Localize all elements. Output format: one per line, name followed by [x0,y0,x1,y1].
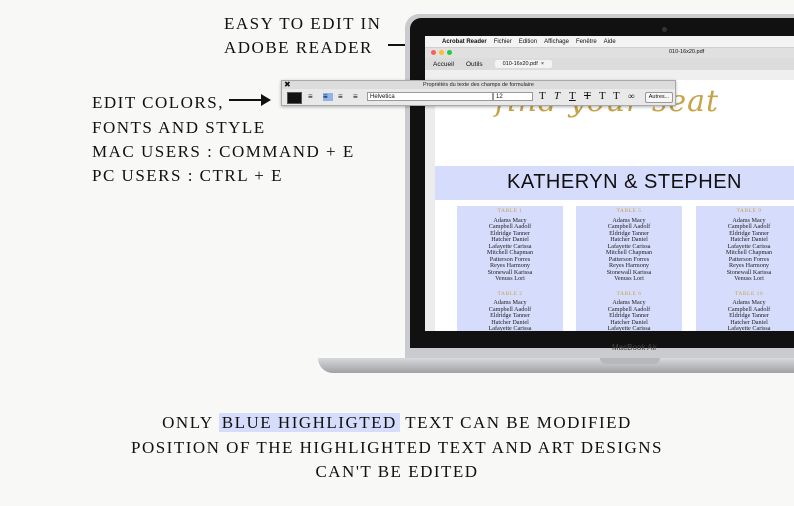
guest-name: Lafayette Carissa [727,325,771,331]
window-title: 010-16x20.pdf [669,49,705,55]
minimize-window-icon[interactable] [439,50,444,55]
close-icon[interactable]: ✖ [284,80,291,89]
close-window-icon[interactable] [431,50,436,55]
caption-reader-2: ADOBE READER [224,38,373,57]
more-button[interactable]: Autres... [645,92,673,103]
couple-names: KATHERYN & STEPHEN [507,171,742,193]
panel-title: Propriétés du texte des champs de formul… [282,81,675,89]
caption-reader-1: EASY TO EDIT IN [224,14,382,33]
camera-icon [662,27,667,32]
tab-accueil[interactable]: Accueil [433,61,454,68]
align-left-icon[interactable]: ≡ [308,93,318,101]
doc-tab-label: 010-16x20.pdf [502,61,538,67]
menu-app-name[interactable]: Acrobat Reader [442,39,487,45]
laptop-brand: MacBook Air [612,343,657,352]
seating-column[interactable]: TABLE 5 Adams Macy Campbell Aadolf Eldridge… [576,206,682,331]
tab-document[interactable]: 010-16x20.pdf × [494,60,553,68]
footer-line-3: CAN'T BE EDITED [315,462,479,481]
seating-column[interactable]: TABLE 9 Adams Macy Campbell Aadolf Eldridge… [696,206,794,331]
table-gap [457,283,563,289]
menu-fenetre[interactable]: Fenêtre [576,39,597,45]
footer-suffix: TEXT CAN BE MODIFIED [399,413,632,432]
caption-edit-1: EDIT COLORS, [92,93,224,112]
align-center-icon[interactable]: ≡ [323,93,333,101]
table-heading: TABLE 5 [616,208,642,214]
guest-name: Lafayette Carissa [607,325,651,331]
table-heading: TABLE 1 [497,208,523,214]
app-tabs: Accueil Outils 010-16x20.pdf × [425,58,794,70]
table-gap [696,283,794,289]
strikethrough-icon[interactable]: T [584,91,591,102]
menu-fichier[interactable]: Fichier [494,39,512,45]
menu-edition[interactable]: Edition [519,39,537,45]
caption-edit-3: MAC USERS : COMMAND + E [92,142,355,161]
guest-name: Lafayette Carissa [488,325,532,331]
underline-icon[interactable]: T [569,91,576,102]
table-heading: TABLE 10 [734,290,764,297]
menu-affichage[interactable]: Affichage [544,39,569,45]
table-heading: TABLE 6 [616,290,642,297]
tab-outils[interactable]: Outils [466,61,483,68]
table-gap [576,283,682,289]
caption-edit-2: FONTS AND STYLE [92,118,266,137]
subscript-icon[interactable]: T [613,91,620,102]
menu-aide[interactable]: Aide [604,39,616,45]
laptop-base [318,358,794,373]
caption-edit-4: PC USERS : CTRL + E [92,166,283,185]
align-right-icon[interactable]: ≡ [338,93,348,101]
footer-line-1: ONLY BLUE HIGHLIGTED TEXT CAN BE MODIFIE… [0,413,794,433]
laptop-notch [600,358,660,364]
seating-column[interactable]: TABLE 1 Adams Macy Campbell Aadolf Eldridge… [457,206,563,331]
color-swatch[interactable] [287,92,302,104]
footer-prefix: ONLY [162,413,219,432]
doc-tab-close-icon[interactable]: × [541,61,544,67]
text-properties-panel: Propriétés du texte des champs de formul… [281,80,676,106]
superscript-icon[interactable]: T [599,91,606,102]
justify-icon[interactable]: ≡ [353,93,363,101]
table-heading: TABLE 2 [497,290,523,297]
text-style-icon[interactable]: T [539,91,546,102]
footer-line-2: POSITION OF THE HIGHLIGHTED TEXT AND ART… [130,438,664,457]
window-titlebar: 010-16x20.pdf [425,48,794,58]
toolbar [425,70,794,80]
table-heading: TABLE 9 [736,208,762,214]
font-select[interactable]: Helvetica [367,92,493,101]
names-field[interactable]: KATHERYN & STEPHEN [435,166,794,200]
italic-icon[interactable]: T [554,91,560,102]
arrow-to-panel [229,94,271,106]
zoom-window-icon[interactable] [447,50,452,55]
size-select[interactable]: 12 [493,92,533,101]
menu-bar: Acrobat Reader Fichier Edition Affichage… [425,36,794,48]
pdf-page: find your seat KATHERYN & STEPHEN TABLE … [435,80,794,331]
link-icon[interactable]: ∞ [628,91,634,102]
footer-highlight: BLUE HIGHLIGTED [218,413,400,432]
